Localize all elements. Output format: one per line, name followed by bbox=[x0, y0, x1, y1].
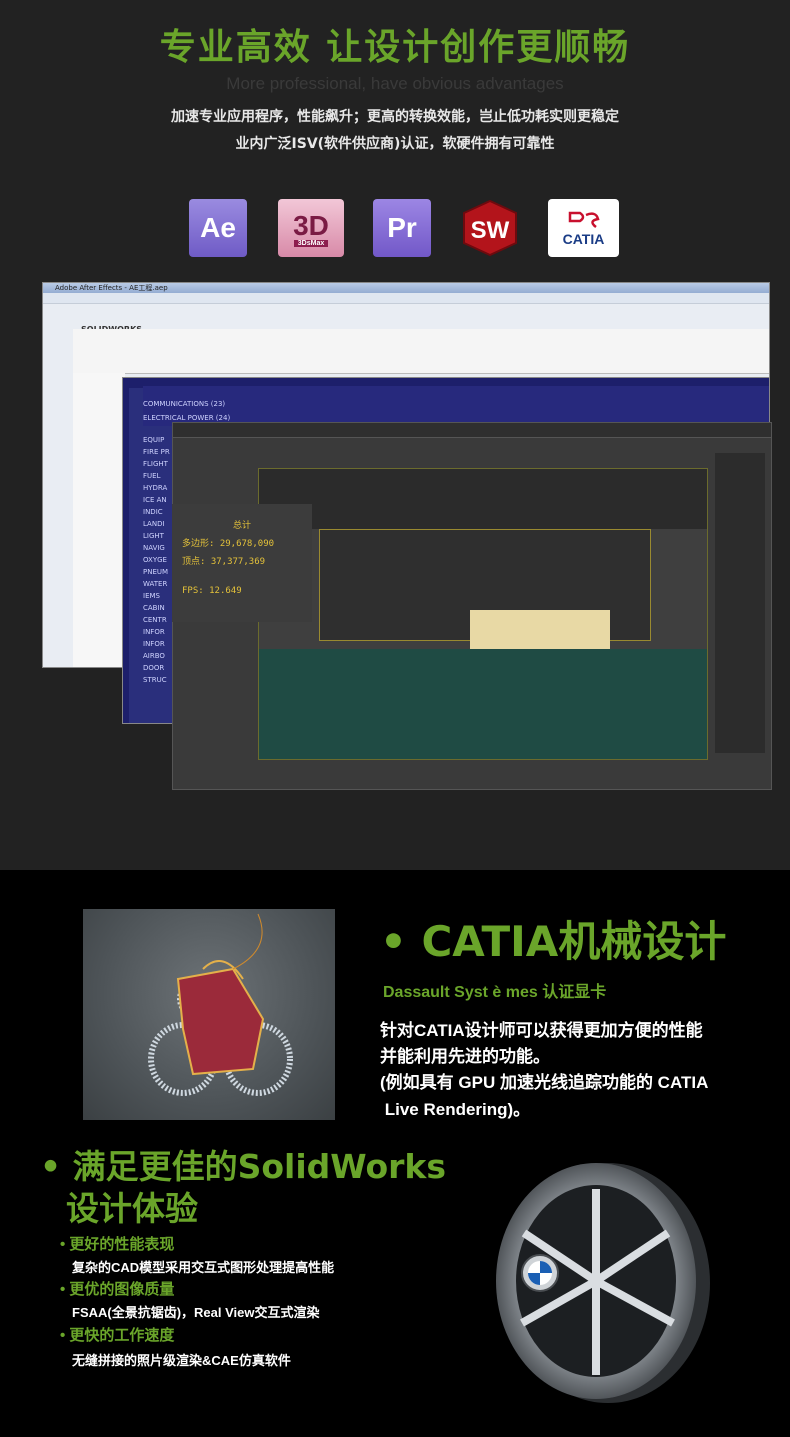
list-item: FUEL bbox=[143, 472, 161, 480]
list-item: CABIN bbox=[143, 604, 165, 612]
list-item: LANDI bbox=[143, 520, 165, 528]
list-item: PNEUM bbox=[143, 568, 169, 576]
vert-value: 37,377,369 bbox=[210, 557, 266, 567]
after-effects-icon-label: Ae bbox=[200, 212, 236, 243]
after-effects-icon: Ae bbox=[189, 199, 247, 257]
software-screenshots: Adobe After Effects - AE工程.aep SOLIDWORK… bbox=[42, 282, 772, 792]
solidworks-title-line-2: 设计体验 bbox=[66, 1189, 198, 1228]
list-item: WATER bbox=[143, 580, 168, 588]
feature-tree bbox=[73, 373, 125, 667]
list-item: ELECTRICAL POWER (24) bbox=[143, 414, 231, 422]
english-subtitle: More professional, have obvious advantag… bbox=[226, 74, 564, 93]
list-item: COMMUNICATIONS (23) bbox=[143, 400, 226, 408]
page-title: 专业高效 让设计创作更顺畅 bbox=[159, 27, 631, 68]
list-item: HYDRA bbox=[143, 484, 168, 492]
catia-icon: CATIA bbox=[548, 199, 619, 257]
premiere-icon: Pr bbox=[373, 199, 431, 257]
solidworks-title-line-1: • 满足更佳的SolidWorks bbox=[40, 1147, 447, 1186]
list-item: FLIGHT bbox=[143, 460, 168, 468]
3d-viewport bbox=[258, 468, 708, 760]
3ds-max-icon-sub: 3DsMax bbox=[293, 239, 329, 247]
feature-text-3: 无缝拼接的照片级渲染&CAE仿真软件 bbox=[72, 1353, 291, 1368]
list-item: FIRE PR bbox=[143, 448, 170, 456]
stats-header: 总计 bbox=[232, 521, 251, 531]
feature-head-1: • 更好的性能表现 bbox=[60, 1236, 175, 1253]
catia-subtitle: Dassault Syst è mes 认证显卡 bbox=[383, 984, 607, 1001]
command-panel bbox=[715, 453, 765, 753]
poly-value: 29,678,090 bbox=[219, 539, 275, 549]
list-item: AIRBO bbox=[143, 652, 165, 660]
window-titlebar: Adobe After Effects - AE工程.aep bbox=[43, 283, 769, 293]
feature-text-2: FSAA(全景抗锯齿)，Real View交互式渲染 bbox=[72, 1305, 320, 1320]
poly-label: 多边形: bbox=[182, 539, 215, 549]
feature-text-1: 复杂的CAD模型采用交互式图形处理提高性能 bbox=[72, 1260, 335, 1275]
list-item: IEMS bbox=[143, 592, 160, 600]
catia-text-1: 针对CATIA设计师可以获得更加方便的性能 bbox=[380, 1021, 703, 1040]
wheel-render bbox=[478, 1153, 718, 1409]
list-item: INFOR bbox=[143, 640, 165, 648]
3ds-max-icon: 3D 3DsMax bbox=[278, 199, 344, 257]
stats-overlay: 总计 多边形: 29,678,090 顶点: 37,377,369 FPS: 1… bbox=[172, 504, 312, 622]
description-line-2: 业内广泛ISV(软件供应商)认证，软硬件拥有可靠性 bbox=[235, 136, 555, 152]
catia-car-render bbox=[83, 909, 335, 1120]
feature-head-2: • 更优的图像质量 bbox=[60, 1281, 175, 1298]
premiere-icon-label: Pr bbox=[387, 212, 417, 243]
fps-value: 12.649 bbox=[209, 586, 242, 596]
list-item: ICE AN bbox=[143, 496, 167, 504]
catia-icon-label: CATIA bbox=[562, 231, 605, 247]
solidworks-icon: SW bbox=[460, 199, 520, 257]
feature-head-3: • 更快的工作速度 bbox=[60, 1327, 175, 1344]
list-item: INDIC bbox=[143, 508, 163, 516]
vert-label: 顶点: bbox=[182, 557, 206, 567]
list-item: CENTR bbox=[143, 616, 167, 624]
catia-text-2: 并能利用先进的功能。 bbox=[380, 1047, 550, 1066]
description-line-1: 加速专业应用程序，性能飙升；更高的转换效能，岂止低功耗实则更稳定 bbox=[171, 109, 619, 125]
list-item: STRUC bbox=[143, 676, 167, 684]
list-item: INFOR bbox=[143, 628, 165, 636]
list-item: DOOR bbox=[143, 664, 165, 672]
toolbar-ribbon bbox=[73, 329, 769, 374]
list-item: NAVIG bbox=[143, 544, 165, 552]
catia-text-3: (例如具有 GPU 加速光线追踪功能的 CATIA bbox=[380, 1073, 709, 1092]
list-item: OXYGE bbox=[143, 556, 167, 564]
3ds-max-icon-label: 3D bbox=[293, 209, 329, 241]
fps-label: FPS: bbox=[182, 586, 204, 596]
catia-text-4: Live Rendering)。 bbox=[380, 1100, 531, 1119]
solidworks-icon-label: SW bbox=[471, 217, 510, 244]
list-item: EQUIP bbox=[143, 436, 165, 444]
list-item: LIGHT bbox=[143, 532, 164, 540]
catia-title: • CATIA机械设计 bbox=[380, 917, 727, 966]
